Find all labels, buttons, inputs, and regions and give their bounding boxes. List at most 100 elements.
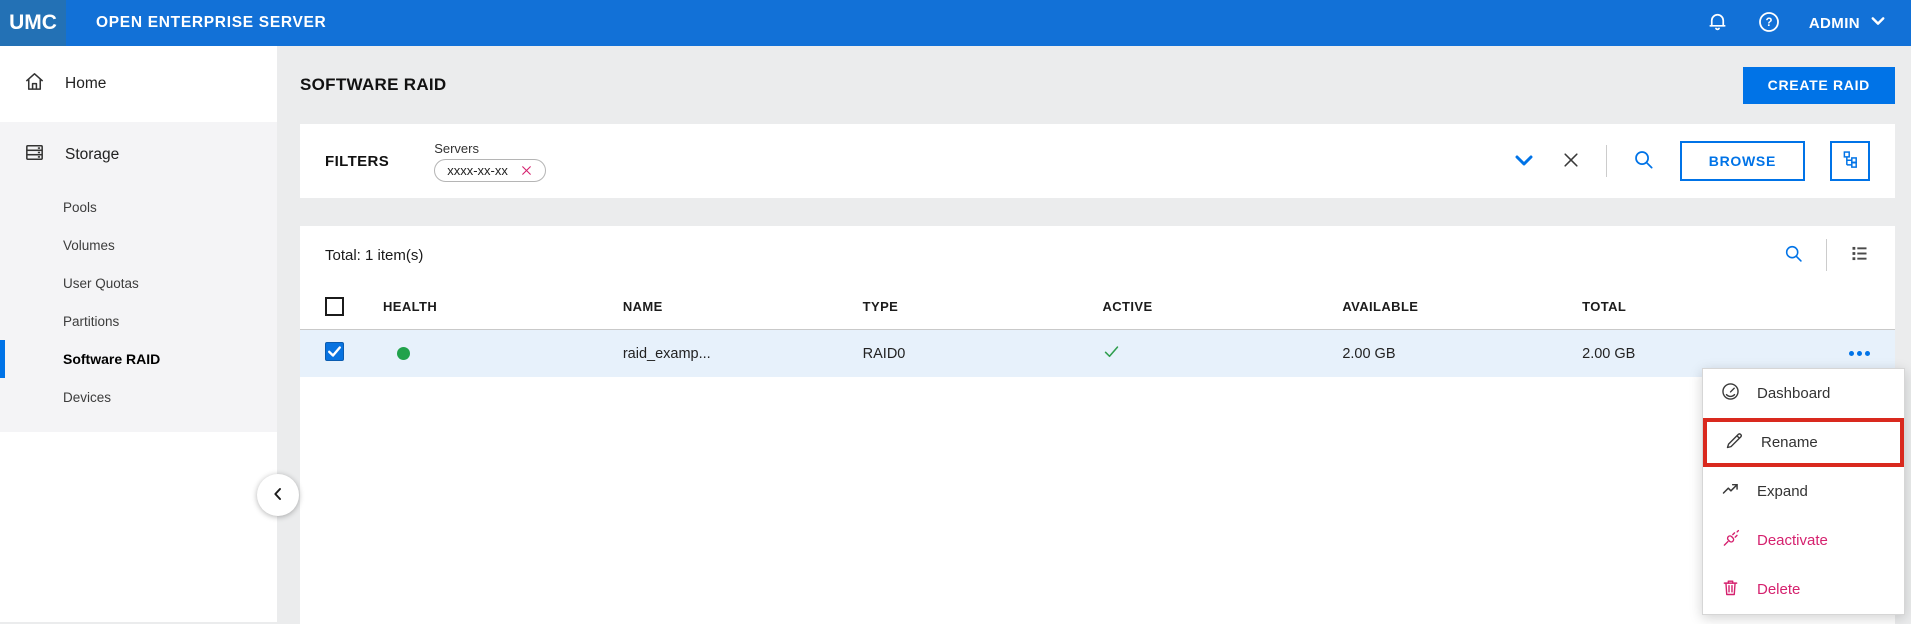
filters-clear-button[interactable]: [1561, 150, 1581, 173]
sidebar-item-label: Partitions: [63, 314, 119, 329]
object-tree-button[interactable]: [1830, 141, 1870, 181]
main-content: SOFTWARE RAID CREATE RAID FILTERS Server…: [277, 46, 1911, 622]
umc-logo-text: UMC: [9, 11, 57, 35]
chevron-down-icon: [1869, 12, 1887, 34]
menu-item-label: Deactivate: [1757, 532, 1828, 549]
list-view-icon: [1849, 243, 1870, 267]
sidebar-item-label: User Quotas: [63, 276, 139, 291]
search-icon: [1632, 148, 1655, 174]
product-title: OPEN ENTERPRISE SERVER: [96, 14, 326, 32]
row-context-menu: Dashboard Rename Expand: [1702, 368, 1905, 615]
total-cell: 2.00 GB: [1582, 346, 1822, 362]
server-filter-chip[interactable]: xxxx-xx-xx: [434, 159, 546, 182]
servers-filter-group: Servers xxxx-xx-xx: [434, 141, 546, 182]
divider: [1606, 145, 1607, 177]
divider: [1826, 239, 1827, 271]
active-check-icon: [1102, 342, 1121, 365]
menu-item-expand[interactable]: Expand: [1703, 467, 1904, 516]
user-name: ADMIN: [1809, 15, 1860, 32]
column-header-available[interactable]: AVAILABLE: [1342, 299, 1582, 314]
sidebar-storage-group: Storage Pools Volumes User Quotas Partit…: [0, 122, 277, 432]
column-header-total[interactable]: TOTAL: [1582, 299, 1822, 314]
table-toolbar: Total: 1 item(s): [300, 226, 1895, 284]
sidebar-item-pools[interactable]: Pools: [0, 188, 277, 226]
menu-item-rename[interactable]: Rename: [1703, 418, 1904, 467]
sidebar-item-label: Software RAID: [63, 351, 160, 367]
column-header-health[interactable]: HEALTH: [383, 299, 623, 314]
help-button[interactable]: ?: [1757, 10, 1781, 37]
total-count: Total: 1 item(s): [325, 247, 423, 264]
dashboard-gauge-icon: [1720, 381, 1741, 406]
name-cell[interactable]: raid_examp...: [623, 346, 863, 362]
chevron-down-icon: [1512, 148, 1536, 175]
sidebar-item-devices[interactable]: Devices: [0, 378, 277, 416]
column-header-name[interactable]: NAME: [623, 299, 863, 314]
browse-button[interactable]: BROWSE: [1680, 141, 1805, 181]
select-all-checkbox[interactable]: [325, 297, 344, 316]
umc-logo[interactable]: UMC: [0, 0, 66, 46]
page-title: SOFTWARE RAID: [300, 75, 447, 95]
column-header-type[interactable]: TYPE: [863, 299, 1103, 314]
home-icon: [23, 70, 46, 98]
page-header: SOFTWARE RAID CREATE RAID: [300, 46, 1895, 124]
menu-item-deactivate[interactable]: Deactivate: [1703, 516, 1904, 565]
create-raid-button[interactable]: CREATE RAID: [1743, 67, 1895, 104]
unplug-icon: [1720, 528, 1741, 553]
sidebar-item-label: Pools: [63, 200, 97, 215]
column-header-active[interactable]: ACTIVE: [1102, 299, 1342, 314]
row-actions-ellipsis-icon[interactable]: [1849, 351, 1870, 356]
sidebar-item-volumes[interactable]: Volumes: [0, 226, 277, 264]
storage-icon: [23, 141, 46, 169]
menu-item-dashboard[interactable]: Dashboard: [1703, 369, 1904, 418]
sidebar-item-label: Devices: [63, 390, 111, 405]
health-ok-icon: [397, 347, 410, 360]
help-icon: ?: [1757, 10, 1781, 37]
search-icon: [1783, 243, 1804, 267]
sidebar-item-label: Storage: [65, 146, 119, 164]
filters-actions: BROWSE: [1512, 141, 1870, 181]
sidebar-item-label: Volumes: [63, 238, 115, 253]
filters-search-button[interactable]: [1632, 148, 1655, 174]
sidebar-item-user-quotas[interactable]: User Quotas: [0, 264, 277, 302]
sidebar-item-storage[interactable]: Storage: [0, 122, 277, 188]
chevron-left-icon: [270, 486, 286, 505]
available-cell: 2.00 GB: [1342, 346, 1582, 362]
server-filter-chip-value: xxxx-xx-xx: [447, 163, 508, 178]
menu-item-label: Rename: [1761, 434, 1818, 451]
sidebar: Home Storage Pools Volumes User Quota: [0, 46, 277, 622]
close-icon: [1561, 150, 1581, 173]
type-cell: RAID0: [863, 346, 1103, 362]
filters-collapse-button[interactable]: [1512, 148, 1536, 175]
top-bar: UMC OPEN ENTERPRISE SERVER ? ADMIN: [0, 0, 1911, 46]
table-row[interactable]: raid_examp... RAID0 2.00 GB 2.00 GB: [300, 330, 1895, 377]
sidebar-item-home[interactable]: Home: [0, 46, 277, 122]
list-view-button[interactable]: [1849, 243, 1870, 267]
sidebar-collapse-button[interactable]: [257, 474, 299, 516]
active-cell: [1102, 342, 1342, 365]
sidebar-item-label: Home: [65, 75, 106, 93]
table-search-button[interactable]: [1783, 243, 1804, 267]
notifications-button[interactable]: [1706, 10, 1729, 36]
row-checkbox-checked[interactable]: [325, 342, 344, 365]
filters-bar: FILTERS Servers xxxx-xx-xx: [300, 124, 1895, 198]
bell-icon: [1706, 10, 1729, 36]
servers-filter-label: Servers: [434, 141, 546, 156]
table-toolbar-actions: [1783, 239, 1870, 271]
menu-item-label: Delete: [1757, 581, 1800, 598]
topbar-actions: ? ADMIN: [1706, 10, 1911, 37]
health-cell: [383, 347, 623, 360]
expand-trend-icon: [1720, 479, 1741, 504]
chip-close-icon[interactable]: [520, 164, 533, 177]
menu-item-delete[interactable]: Delete: [1703, 565, 1904, 614]
svg-text:?: ?: [1765, 17, 1772, 29]
raid-table: Total: 1 item(s): [300, 226, 1895, 624]
tree-view-icon: [1840, 149, 1861, 173]
filters-label: FILTERS: [325, 153, 389, 170]
sidebar-item-software-raid[interactable]: Software RAID: [0, 340, 277, 378]
menu-item-label: Expand: [1757, 483, 1808, 500]
menu-item-label: Dashboard: [1757, 385, 1830, 402]
pencil-icon: [1724, 430, 1745, 455]
trash-icon: [1720, 577, 1741, 602]
user-menu[interactable]: ADMIN: [1809, 12, 1887, 34]
sidebar-item-partitions[interactable]: Partitions: [0, 302, 277, 340]
